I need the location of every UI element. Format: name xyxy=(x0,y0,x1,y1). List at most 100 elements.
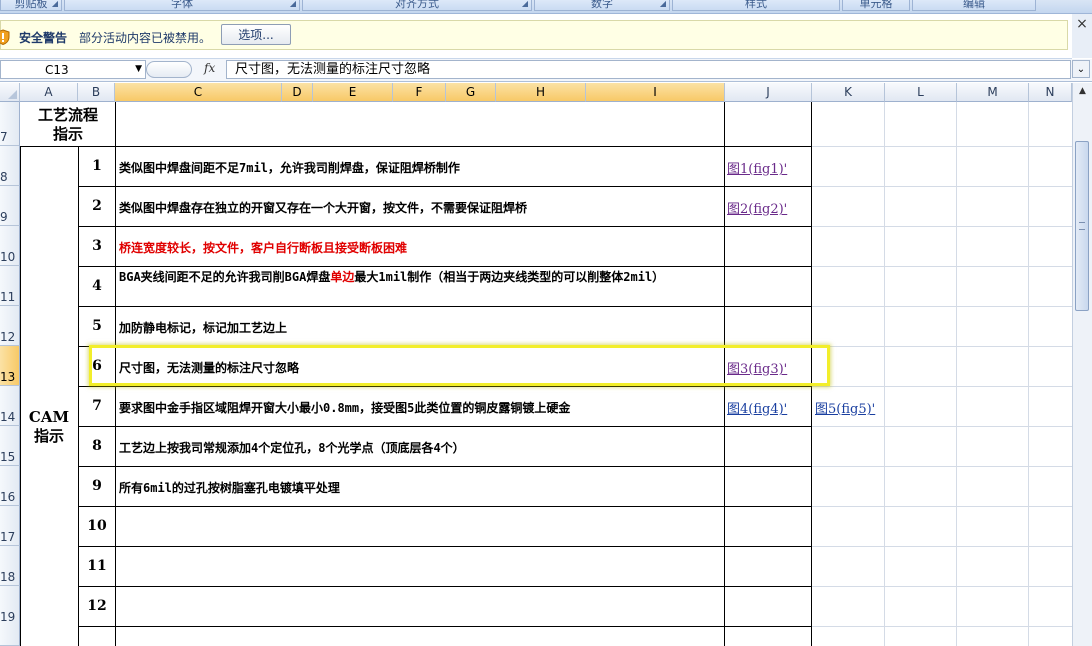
column-header-k[interactable]: K xyxy=(812,83,885,102)
table-border xyxy=(78,186,812,187)
table-border xyxy=(78,546,812,547)
row-header-15[interactable]: 15 xyxy=(0,426,20,466)
item-text[interactable]: 要求图中金手指区域阻焊开窗大小最小0.8mm，接受图5此类位置的铜皮露铜镀上硬金 xyxy=(119,399,570,416)
item-text[interactable]: 类似图中焊盘间距不足7mil，允许我司削焊盘，保证阻焊桥制作 xyxy=(119,159,460,176)
column-header-i[interactable]: I xyxy=(586,83,725,102)
expand-formula-bar-icon[interactable]: ⌄ xyxy=(1072,60,1090,78)
security-warning-message: 部分活动内容已被禁用。 xyxy=(79,31,212,45)
column-header-j[interactable]: J xyxy=(725,83,812,102)
fig4-link[interactable]: 图4(fig4)' xyxy=(727,398,787,417)
item-number: 11 xyxy=(87,558,107,574)
table-border xyxy=(78,626,812,627)
fig1-link[interactable]: 图1(fig1)' xyxy=(727,158,787,177)
column-header-a[interactable]: A xyxy=(20,83,78,102)
formula-bar: C13 ▼ fx 尺寸图，无法测量的标注尺寸忽略 ⌄ xyxy=(0,59,1092,82)
gridline xyxy=(812,626,1072,627)
formula-input[interactable]: 尺寸图，无法测量的标注尺寸忽略 xyxy=(226,60,1071,79)
formula-bar-splitter[interactable] xyxy=(146,61,192,78)
dialog-launcher-icon[interactable]: ◢ xyxy=(290,0,296,12)
worksheet-grid[interactable]: 工艺流程 指示 CAM 指示 1 类似图中焊盘间距不足7mil，允许我司削焊盘，… xyxy=(20,102,1072,646)
row-header-7[interactable]: 7 xyxy=(0,102,20,146)
scrollbar-thumb[interactable] xyxy=(1075,141,1089,311)
column-header-m[interactable]: M xyxy=(957,83,1029,102)
column-header-e[interactable]: E xyxy=(313,83,393,102)
fig2-link[interactable]: 图2(fig2)' xyxy=(727,198,787,217)
ribbon-group-editing[interactable]: 编辑 xyxy=(912,0,1036,11)
gridline xyxy=(812,306,1072,307)
ribbon-group-cells[interactable]: 单元格 xyxy=(842,0,910,11)
dialog-launcher-icon[interactable]: ◢ xyxy=(660,0,666,12)
item-text-part: 最大1mil制作（相当于两边夹线类型的可以削整体2mil） xyxy=(354,270,665,284)
select-all-button[interactable] xyxy=(0,83,20,102)
gridline xyxy=(812,506,1072,507)
row-header-10[interactable]: 10 xyxy=(0,226,20,266)
ribbon-group-styles[interactable]: 样式 xyxy=(672,0,840,11)
chevron-down-icon[interactable]: ▼ xyxy=(135,64,142,74)
row-header-8[interactable]: 8 xyxy=(0,146,20,186)
row-header-12[interactable]: 12 xyxy=(0,306,20,346)
item-text[interactable]: BGA夹线间距不足的允许我司削BGA焊盘单边最大1mil制作（相当于两边夹线类型… xyxy=(119,270,719,285)
item-text[interactable]: 桥连宽度较长，按文件，客户自行断板且接受断板困难 xyxy=(119,239,407,256)
fig5-link[interactable]: 图5(fig5)' xyxy=(815,398,875,417)
item-text[interactable]: 类似图中焊盘存在独立的开窗又存在一个大开窗，按文件，不需要保证阻焊桥 xyxy=(119,199,527,216)
row-number: 18 xyxy=(0,570,16,584)
column-header-g[interactable]: G xyxy=(446,83,496,102)
row-header-17[interactable]: 17 xyxy=(0,506,20,546)
column-header-n[interactable]: N xyxy=(1029,83,1072,102)
gridline xyxy=(812,386,1072,387)
item-text[interactable]: 加防静电标记，标记加工艺边上 xyxy=(119,319,287,336)
dialog-launcher-icon[interactable]: ◢ xyxy=(52,0,58,12)
ribbon-group-label: 字体 xyxy=(171,0,193,10)
row-number: 12 xyxy=(0,330,16,344)
ribbon-group-label: 单元格 xyxy=(859,0,893,10)
row-header-11[interactable]: 11 xyxy=(0,266,20,306)
item-number: 10 xyxy=(87,518,107,534)
item-text-part: BGA夹线间距不足的允许我司削BGA焊盘 xyxy=(119,270,331,284)
table-border xyxy=(78,226,812,227)
vertical-scrollbar[interactable]: ▲ xyxy=(1072,83,1092,646)
row-header-16[interactable]: 16 xyxy=(0,466,20,506)
name-box[interactable]: C13 ▼ xyxy=(0,60,146,79)
column-header-d[interactable]: D xyxy=(282,83,313,102)
table-border xyxy=(78,466,812,467)
row-number: 10 xyxy=(0,250,16,264)
table-border xyxy=(78,506,812,507)
row-number: 9 xyxy=(0,210,8,224)
row-number: 13 xyxy=(0,370,16,384)
row-header-14[interactable]: 14 xyxy=(0,386,20,426)
ribbon-group-clipboard[interactable]: 剪贴板 ◢ xyxy=(0,0,62,11)
name-box-value: C13 xyxy=(45,63,69,77)
ribbon-group-label: 编辑 xyxy=(963,0,985,10)
column-header-l[interactable]: L xyxy=(885,83,957,102)
table-border xyxy=(78,586,812,587)
row-number: 14 xyxy=(0,410,16,424)
close-icon[interactable]: × xyxy=(1072,16,1092,46)
table-border xyxy=(78,426,812,427)
ribbon-group-number[interactable]: 数字 ◢ xyxy=(534,0,670,11)
column-header-f[interactable]: F xyxy=(393,83,446,102)
column-header-b[interactable]: B xyxy=(78,83,115,102)
item-number: 3 xyxy=(92,238,102,254)
dialog-launcher-icon[interactable]: ◢ xyxy=(522,0,528,12)
gridline xyxy=(812,586,1072,587)
ribbon-group-alignment[interactable]: 对齐方式 ◢ xyxy=(302,0,532,11)
row-number: 15 xyxy=(0,450,16,464)
row-number: 7 xyxy=(0,130,8,144)
options-button[interactable]: 选项... xyxy=(221,24,291,45)
process-flow-label: 工艺流程 指示 xyxy=(37,106,98,143)
row-header-18[interactable]: 18 xyxy=(0,546,20,586)
scroll-up-icon[interactable]: ▲ xyxy=(1075,83,1090,99)
column-header-h[interactable]: H xyxy=(496,83,586,102)
row-header-13[interactable]: 13 xyxy=(0,346,20,386)
item-text[interactable]: 所有6mil的过孔按树脂塞孔电镀填平处理 xyxy=(119,479,340,496)
row-header-19[interactable]: 19 xyxy=(0,586,20,646)
gridline xyxy=(812,226,1072,227)
ribbon-group-strip: 剪贴板 ◢ 字体 ◢ 对齐方式 ◢ 数字 ◢ 样式 单元格 编辑 xyxy=(0,0,1092,14)
gridline xyxy=(812,266,1072,267)
row-header-9[interactable]: 9 xyxy=(0,186,20,226)
item-text[interactable]: 工艺边上按我司常规添加4个定位孔，8个光学点（顶底层各4个） xyxy=(119,439,465,456)
gridline xyxy=(812,186,1072,187)
column-header-c[interactable]: C xyxy=(115,83,282,102)
insert-function-icon[interactable]: fx xyxy=(204,61,215,75)
ribbon-group-font[interactable]: 字体 ◢ xyxy=(64,0,300,11)
